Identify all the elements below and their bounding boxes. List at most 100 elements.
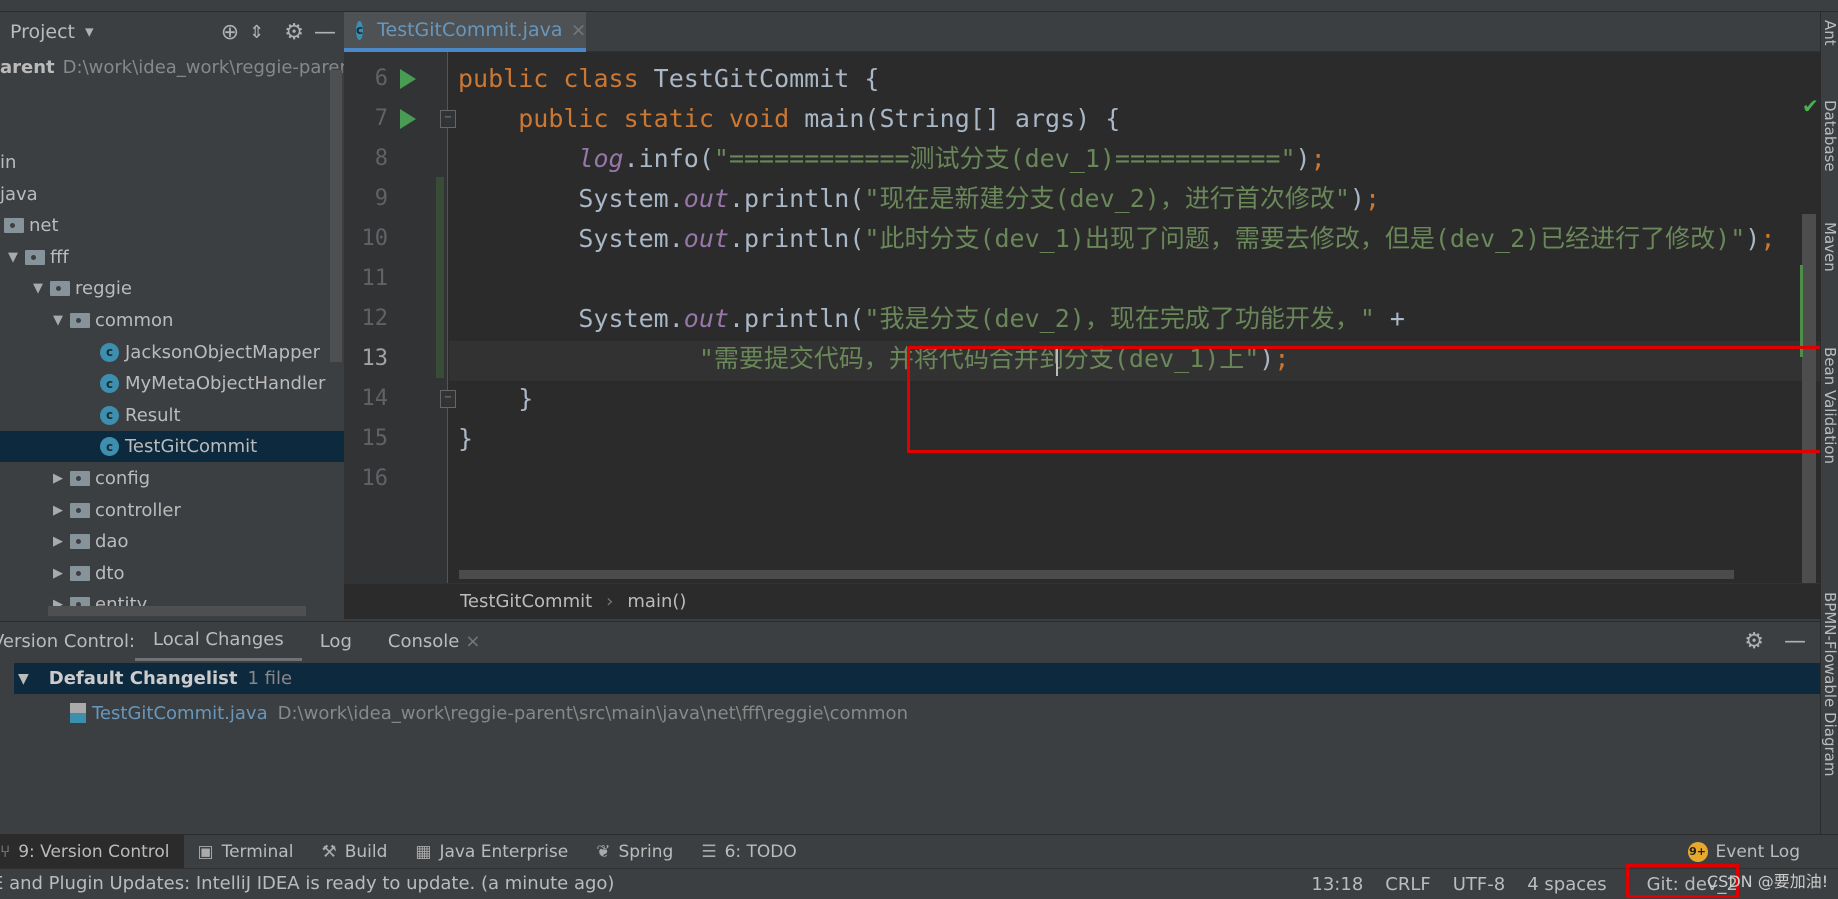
tree-item-dao[interactable]: ▶ dao bbox=[0, 526, 344, 557]
collapse-arrow-icon[interactable]: ▶ bbox=[50, 566, 66, 581]
tree-item-java[interactable]: java bbox=[0, 179, 344, 210]
tool-window-build[interactable]: ⚒ Build bbox=[307, 835, 401, 869]
expand-arrow-icon[interactable]: ▼ bbox=[18, 671, 29, 687]
status-message[interactable]: E and Plugin Updates: IntelliJ IDEA is r… bbox=[0, 873, 614, 894]
tool-database[interactable]: Database bbox=[1821, 100, 1838, 172]
tree-item-config[interactable]: ▶ config bbox=[0, 463, 344, 494]
fold-icon[interactable]: − bbox=[440, 110, 456, 128]
code-line[interactable]: } bbox=[458, 419, 473, 459]
code-line[interactable]: public class TestGitCommit { bbox=[458, 59, 879, 99]
tool-window--todo[interactable]: ☰ 6: TODO bbox=[687, 835, 810, 869]
tree-item-label: JacksonObjectMapper bbox=[125, 341, 320, 363]
breadcrumb-class[interactable]: TestGitCommit bbox=[460, 591, 592, 612]
tree-item-label: reggie bbox=[75, 278, 133, 300]
package-folder-icon bbox=[70, 502, 90, 518]
project-scrollbar[interactable] bbox=[330, 70, 342, 362]
line-separator[interactable]: CRLF bbox=[1385, 874, 1430, 895]
tool-bean-validation[interactable]: Bean Validation bbox=[1821, 347, 1838, 464]
tool-window-terminal[interactable]: ▣ Terminal bbox=[184, 835, 308, 869]
close-icon[interactable]: × bbox=[465, 631, 480, 652]
changelist-row[interactable]: ▼ Default Changelist 1 file bbox=[14, 663, 1820, 694]
root-name: arent bbox=[0, 57, 55, 78]
package-folder-icon bbox=[70, 534, 90, 550]
collapse-all-icon[interactable]: ⇕ bbox=[249, 22, 264, 43]
minimize-icon[interactable]: — bbox=[1784, 629, 1806, 654]
fold-icon[interactable]: − bbox=[440, 390, 456, 408]
tree-item-dto[interactable]: ▶ dto bbox=[0, 558, 344, 589]
tree-item-label: MyMetaObjectHandler bbox=[125, 373, 326, 395]
collapse-arrow-icon[interactable]: ▶ bbox=[50, 471, 66, 486]
package-folder-icon bbox=[70, 565, 90, 581]
code-line[interactable]: System.out.println("现在是新建分支(dev_2)，进行首次修… bbox=[458, 179, 1380, 219]
check-icon[interactable]: ✔ bbox=[1802, 94, 1819, 118]
editor-breadcrumb: TestGitCommit › main() bbox=[344, 583, 1820, 619]
package-folder-icon bbox=[70, 471, 90, 486]
run-gutter-icon[interactable] bbox=[400, 69, 416, 89]
tree-item-jacksonobjectmapper[interactable]: c JacksonObjectMapper bbox=[0, 337, 344, 368]
project-view-selector[interactable]: Project bbox=[10, 21, 75, 43]
tool-maven[interactable]: Maven bbox=[1821, 222, 1838, 272]
field-token: out bbox=[683, 304, 729, 333]
code-token: ) bbox=[1745, 224, 1761, 253]
collapse-arrow-icon[interactable]: ▶ bbox=[50, 534, 66, 549]
tab-testgitcommit[interactable]: c TestGitCommit.java × bbox=[344, 12, 586, 52]
tree-item-fff[interactable]: ▼ fff bbox=[0, 242, 344, 273]
run-gutter-icon[interactable] bbox=[400, 109, 416, 129]
tool-window-java-enterprise[interactable]: ▦ Java Enterprise bbox=[401, 835, 582, 869]
changelist-name: Default Changelist bbox=[48, 668, 238, 689]
expand-arrow-icon[interactable]: ▼ bbox=[30, 281, 46, 296]
tool-window-label: 6: TODO bbox=[724, 841, 797, 862]
editor-hscrollbar[interactable] bbox=[459, 570, 1734, 579]
chevron-down-icon[interactable]: ▾ bbox=[85, 22, 94, 42]
gear-icon[interactable]: ⚙ bbox=[284, 20, 304, 45]
tool-bpmn-diagram[interactable]: BPMN-Flowable Diagram bbox=[1821, 592, 1838, 776]
tab-console[interactable]: Console × bbox=[370, 622, 499, 662]
indent-setting[interactable]: 4 spaces bbox=[1527, 874, 1606, 895]
locate-crosshair-icon[interactable]: ⊕ bbox=[221, 20, 239, 45]
line-number: 7 bbox=[374, 106, 388, 131]
project-hscrollbar[interactable] bbox=[48, 606, 306, 616]
java-class-icon: c bbox=[356, 20, 364, 40]
close-icon[interactable]: × bbox=[570, 19, 586, 41]
tree-item-result[interactable]: c Result bbox=[0, 400, 344, 431]
tree-item-label: controller bbox=[95, 499, 181, 521]
changed-file-row[interactable]: TestGitCommit.java D:\work\idea_work\reg… bbox=[70, 697, 908, 729]
line-number: 9 bbox=[374, 186, 388, 211]
code-line[interactable]: public static void main(String[] args) { bbox=[458, 99, 1120, 139]
tree-item-net[interactable]: net bbox=[0, 210, 344, 241]
tree-item-controller[interactable]: ▶ controller bbox=[0, 495, 344, 526]
gear-icon[interactable]: ⚙ bbox=[1744, 629, 1764, 654]
tool-window--version-control[interactable]: ⑂ 9: Version Control bbox=[0, 834, 184, 869]
code-line[interactable]: log.info("============测试分支(dev_1)=======… bbox=[458, 139, 1325, 179]
file-encoding[interactable]: UTF-8 bbox=[1453, 874, 1505, 895]
breadcrumb-method[interactable]: main() bbox=[627, 591, 686, 612]
code-token: TestGitCommit { bbox=[653, 64, 880, 93]
change-stripe bbox=[1800, 265, 1803, 357]
code-line[interactable]: System.out.println("此时分支(dev_1)出现了问题，需要去… bbox=[458, 219, 1775, 259]
version-control-header: Version Control: Local Changes Log Conso… bbox=[0, 621, 1820, 662]
tool-ant[interactable]: Ant bbox=[1821, 20, 1838, 46]
vcs-change-marker[interactable] bbox=[436, 177, 444, 378]
tool-window-spring[interactable]: ❦ Spring bbox=[582, 835, 687, 869]
tree-item-common[interactable]: ▼ common bbox=[0, 305, 344, 336]
tree-root[interactable]: arent D:\work\idea_work\reggie-parent bbox=[0, 52, 344, 83]
java-class-icon: c bbox=[100, 405, 119, 425]
tab-label: TestGitCommit.java bbox=[377, 19, 563, 41]
tab-log[interactable]: Log bbox=[302, 622, 370, 662]
expand-arrow-icon[interactable]: ▼ bbox=[50, 313, 66, 328]
code-line[interactable]: System.out.println("我是分支(dev_2)，现在完成了功能开… bbox=[458, 299, 1405, 339]
changelist-count: 1 file bbox=[247, 668, 293, 689]
collapse-arrow-icon[interactable]: ▶ bbox=[50, 503, 66, 518]
notification-badge: 9+ bbox=[1687, 841, 1708, 862]
tree-item-in[interactable]: in bbox=[0, 147, 344, 178]
tree-item-testgitcommit[interactable]: c TestGitCommit bbox=[0, 431, 344, 463]
tab-local-changes[interactable]: Local Changes bbox=[135, 622, 302, 662]
code-line[interactable]: } bbox=[458, 379, 533, 419]
code-token: System. bbox=[458, 304, 684, 333]
code-editor[interactable]: 6 7 − 8 9 10 11 12 13 14 − 15 16 public class TestGi… bbox=[344, 52, 1820, 583]
caret-position[interactable]: 13:18 bbox=[1311, 874, 1363, 895]
tree-item-mymetaobjecthandler[interactable]: c MyMetaObjectHandler bbox=[0, 368, 344, 399]
tree-item-reggie[interactable]: ▼ reggie bbox=[0, 273, 344, 304]
minimize-icon[interactable]: — bbox=[314, 20, 336, 45]
expand-arrow-icon[interactable]: ▼ bbox=[5, 250, 21, 265]
